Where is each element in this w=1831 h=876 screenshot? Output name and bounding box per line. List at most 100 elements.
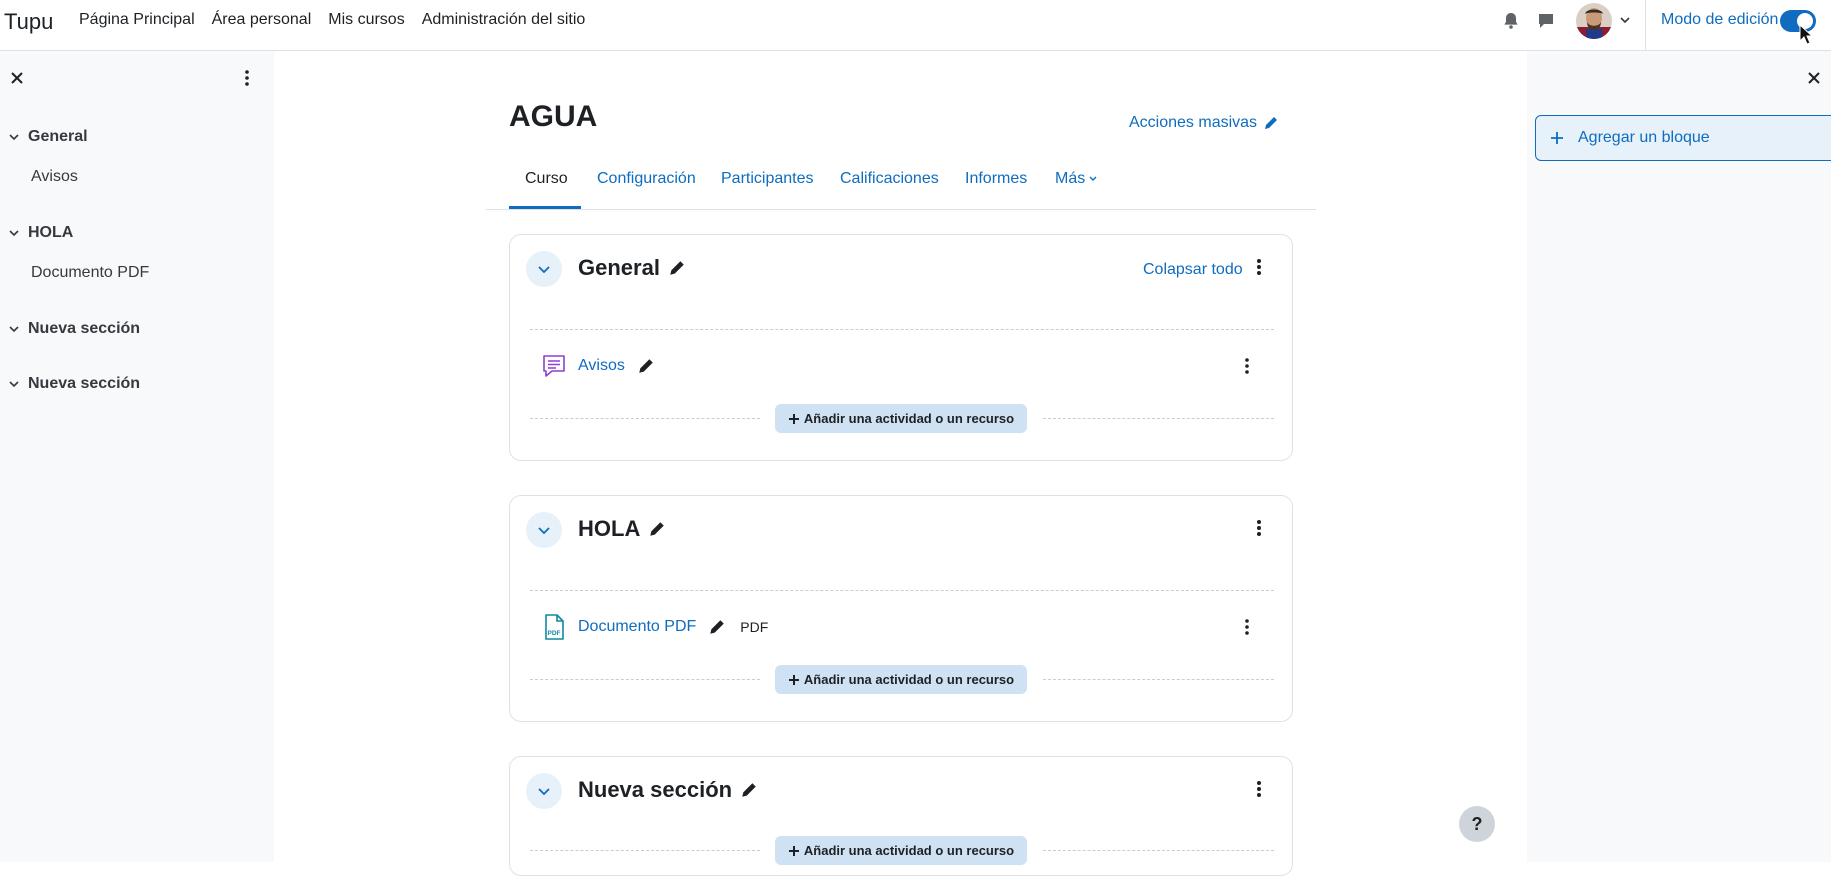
tab-configuracion[interactable]: Configuración — [597, 170, 696, 188]
bulk-edit-link[interactable]: Acciones masivas — [1129, 114, 1279, 132]
kebab-menu-icon[interactable] — [1254, 518, 1264, 538]
tab-curso[interactable]: Curso — [525, 170, 568, 188]
tab-mas[interactable]: Más — [1055, 170, 1098, 188]
tab-participantes[interactable]: Participantes — [721, 170, 814, 188]
add-block-label: Agregar un bloque — [1578, 129, 1710, 146]
add-activity-button[interactable]: Añadir una actividad o un recurso — [775, 404, 1027, 433]
collapse-all-link[interactable]: Colapsar todo — [1143, 261, 1243, 279]
section-card-hola: HOLA PDF Documento PDF PDF Añadir una ac… — [509, 495, 1293, 722]
section-card-nueva-seccion: Nueva sección Añadir una actividad o un … — [509, 756, 1293, 876]
course-index-section-nueva-2[interactable]: Nueva sección — [8, 375, 140, 393]
pencil-icon[interactable] — [668, 259, 686, 277]
course-index-drawer: General Avisos HOLA Documento PDF Nueva … — [0, 51, 274, 862]
course-index-section-title: General — [28, 128, 88, 145]
chevron-down-icon — [1089, 176, 1097, 181]
edit-mode-label: Modo de edición — [1661, 11, 1779, 28]
forum-icon — [543, 355, 565, 377]
section-title-text: HOLA — [578, 516, 641, 541]
section-collapse-toggle[interactable] — [526, 512, 562, 548]
course-index-item-avisos[interactable]: Avisos — [31, 168, 78, 186]
tab-calificaciones[interactable]: Calificaciones — [840, 170, 939, 188]
site-brand[interactable]: Tupu — [4, 9, 53, 35]
plus-icon — [788, 845, 799, 856]
course-index-section-title: Nueva sección — [28, 375, 141, 392]
add-activity-button[interactable]: Añadir una actividad o un recurso — [775, 836, 1027, 865]
close-icon[interactable] — [1807, 71, 1821, 85]
activity-avisos: Avisos — [540, 351, 655, 381]
chevron-down-icon — [538, 266, 550, 274]
section-title: General — [578, 255, 686, 281]
mouse-cursor-icon — [1799, 24, 1813, 45]
add-activity-label: Añadir una actividad o un recurso — [803, 843, 1015, 858]
nav-link-my-courses[interactable]: Mis cursos — [328, 11, 404, 29]
section-divider — [530, 329, 1274, 330]
chevron-down-icon — [9, 326, 19, 333]
course-index-section-hola[interactable]: HOLA — [8, 224, 73, 242]
section-divider — [530, 850, 760, 851]
course-index-section-general[interactable]: General — [8, 128, 88, 146]
course-index-section-title: Nueva sección — [28, 320, 141, 337]
pencil-icon[interactable] — [708, 618, 726, 636]
nav-link-site-admin[interactable]: Administración del sitio — [422, 11, 586, 29]
pencil-icon[interactable] — [740, 781, 758, 799]
block-drawer: Agregar un bloque — [1527, 51, 1831, 862]
kebab-menu-icon[interactable] — [242, 69, 252, 87]
chevron-down-icon — [9, 230, 19, 237]
primary-navigation: Página Principal Área personal Mis curso… — [79, 11, 602, 29]
section-collapse-toggle[interactable] — [526, 773, 562, 809]
add-activity-button[interactable]: Añadir una actividad o un recurso — [775, 665, 1027, 694]
section-title-text: General — [578, 255, 660, 280]
nav-link-dashboard[interactable]: Área personal — [212, 11, 312, 29]
kebab-menu-icon[interactable] — [1242, 357, 1252, 375]
section-title: Nueva sección — [578, 777, 758, 803]
chevron-down-icon[interactable] — [1619, 14, 1631, 26]
pencil-icon[interactable] — [648, 520, 666, 538]
course-index-section-nueva-1[interactable]: Nueva sección — [8, 320, 140, 338]
kebab-menu-icon[interactable] — [1242, 618, 1252, 636]
tab-mas-label: Más — [1055, 170, 1086, 187]
plus-icon — [1551, 132, 1563, 144]
pencil-icon[interactable] — [637, 357, 655, 375]
nav-link-home[interactable]: Página Principal — [79, 11, 195, 29]
add-block-button[interactable]: Agregar un bloque — [1535, 115, 1831, 161]
bell-icon[interactable] — [1501, 11, 1521, 31]
pdf-file-icon: PDF — [545, 614, 564, 640]
add-activity-label: Añadir una actividad o un recurso — [803, 411, 1015, 426]
user-avatar[interactable] — [1576, 3, 1612, 39]
bulk-edit-label: Acciones masivas — [1129, 114, 1258, 131]
chevron-down-icon — [538, 788, 550, 796]
activity-link[interactable]: Documento PDF — [578, 618, 696, 636]
course-index-section-title: HOLA — [28, 224, 74, 241]
close-icon[interactable] — [10, 71, 24, 85]
activity-type-badge: PDF — [740, 619, 769, 635]
course-index-item-documento-pdf[interactable]: Documento PDF — [31, 264, 149, 282]
section-divider — [530, 418, 760, 419]
section-divider — [1043, 850, 1274, 851]
section-divider — [1043, 418, 1274, 419]
section-collapse-toggle[interactable] — [526, 251, 562, 287]
section-divider — [530, 590, 1274, 591]
plus-icon — [788, 674, 799, 685]
kebab-menu-icon[interactable] — [1254, 257, 1264, 277]
chevron-down-icon — [9, 381, 19, 388]
section-title-text: Nueva sección — [578, 777, 733, 802]
section-divider — [1043, 679, 1274, 680]
pencil-icon — [1265, 117, 1278, 129]
section-card-general: General Colapsar todo Avisos Añadir una … — [509, 234, 1293, 461]
chevron-down-icon — [9, 134, 19, 141]
svg-text:PDF: PDF — [548, 630, 561, 637]
page-title: AGUA — [509, 100, 598, 133]
message-icon[interactable] — [1536, 11, 1556, 31]
help-button[interactable]: ? — [1459, 806, 1495, 842]
activity-documento-pdf: PDF Documento PDF PDF — [540, 612, 768, 642]
activity-link[interactable]: Avisos — [578, 357, 625, 375]
navbar-divider — [1645, 0, 1646, 51]
tab-informes[interactable]: Informes — [965, 170, 1027, 188]
plus-icon — [788, 413, 799, 424]
chevron-down-icon — [538, 527, 550, 535]
kebab-menu-icon[interactable] — [1254, 779, 1264, 799]
top-navbar: Tupu Página Principal Área personal Mis … — [0, 0, 1831, 51]
add-activity-label: Añadir una actividad o un recurso — [803, 672, 1015, 687]
active-tab-indicator — [509, 206, 581, 209]
course-tabs: Curso Configuración Participantes Califi… — [486, 156, 1316, 210]
